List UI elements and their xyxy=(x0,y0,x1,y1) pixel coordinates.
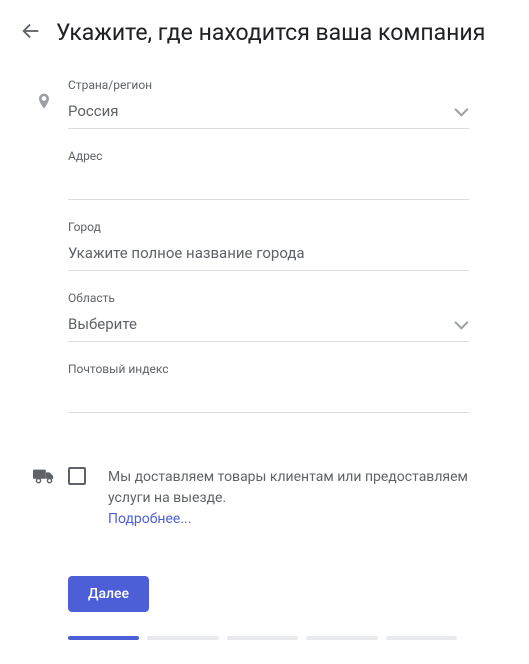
page-title: Укажите, где находится ваша компания xyxy=(56,18,485,48)
progress-step-5 xyxy=(386,636,457,640)
delivery-description: Мы доставляем товары клиентам или предос… xyxy=(108,469,468,506)
progress-step-2 xyxy=(147,636,218,640)
address-input[interactable] xyxy=(68,169,469,200)
region-value: Выберите xyxy=(68,315,137,333)
truck-icon xyxy=(20,467,68,485)
progress-step-1 xyxy=(68,636,139,640)
region-label: Область xyxy=(68,291,469,305)
country-select[interactable]: Россия xyxy=(68,98,469,129)
city-label: Город xyxy=(68,220,469,234)
chevron-down-icon xyxy=(454,102,468,116)
postal-label: Почтовый индекс xyxy=(68,362,469,376)
chevron-down-icon xyxy=(454,315,468,329)
learn-more-link[interactable]: Подробнее... xyxy=(108,511,191,527)
back-button[interactable] xyxy=(20,20,42,42)
progress-step-3 xyxy=(227,636,298,640)
country-value: Россия xyxy=(68,102,119,120)
country-label: Страна/регион xyxy=(68,78,469,92)
region-select[interactable]: Выберите xyxy=(68,311,469,342)
city-input[interactable] xyxy=(68,240,469,271)
delivery-checkbox[interactable] xyxy=(68,467,86,485)
progress-bar xyxy=(20,636,505,640)
postal-input[interactable] xyxy=(68,382,469,413)
next-button[interactable]: Далее xyxy=(68,576,149,612)
address-label: Адрес xyxy=(68,149,469,163)
location-pin-icon xyxy=(20,78,68,112)
progress-step-4 xyxy=(306,636,377,640)
